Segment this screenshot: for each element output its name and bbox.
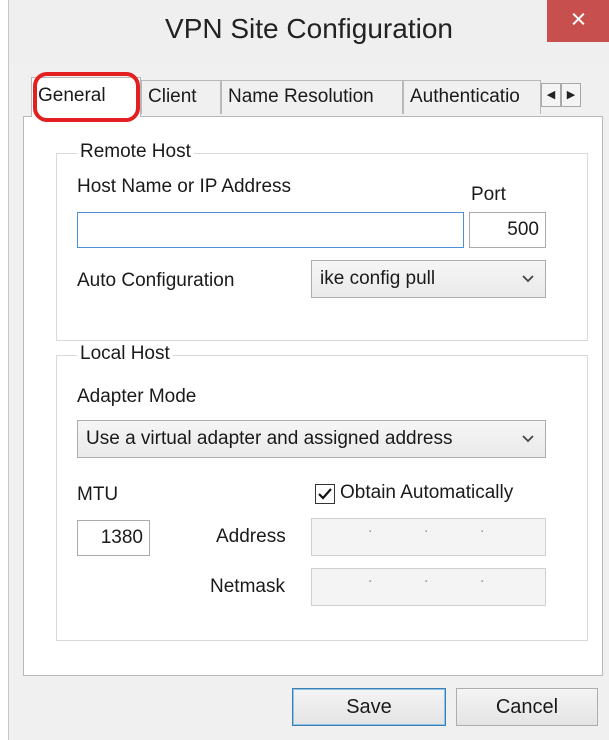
save-button-label: Save: [346, 696, 392, 718]
tab-authentication-label: Authenticatio: [410, 86, 520, 107]
remote-host-group-label: Remote Host: [77, 141, 194, 163]
tab-name-resolution-label: Name Resolution: [228, 86, 374, 107]
tab-panel-general: Remote Host Host Name or IP Address Port…: [23, 116, 603, 676]
mtu-label: MTU: [77, 484, 119, 505]
tab-scroll-right-button[interactable]: ▶: [561, 83, 581, 107]
address-input: . . .: [311, 518, 546, 556]
dialog-window: VPN Site Configuration × General Client …: [8, 0, 609, 740]
host-name-label: Host Name or IP Address: [77, 176, 292, 197]
chevron-down-icon: [521, 421, 535, 470]
auto-configuration-select[interactable]: ike config pull: [311, 260, 546, 298]
window-title: VPN Site Configuration: [165, 13, 453, 44]
adapter-mode-value: Use a virtual adapter and assigned addre…: [86, 428, 453, 449]
cancel-button[interactable]: Cancel: [456, 688, 598, 726]
mtu-input[interactable]: 1380: [77, 520, 150, 556]
adapter-mode-select[interactable]: Use a virtual adapter and assigned addre…: [77, 420, 546, 458]
close-icon: ×: [570, 4, 587, 34]
arrow-right-icon: ▶: [566, 89, 576, 101]
local-host-group: Local Host Adapter Mode Use a virtual ad…: [56, 343, 588, 641]
obtain-automatically-label: Obtain Automatically: [340, 482, 514, 503]
arrow-left-icon: ◀: [546, 89, 556, 101]
save-button[interactable]: Save: [292, 688, 446, 726]
checkmark-icon: [318, 488, 332, 500]
tab-client[interactable]: Client: [141, 80, 221, 114]
tab-authentication[interactable]: Authenticatio: [403, 80, 541, 114]
remote-host-group: Remote Host Host Name or IP Address Port…: [56, 141, 588, 341]
close-button[interactable]: ×: [547, 0, 609, 42]
adapter-mode-label: Adapter Mode: [77, 386, 197, 407]
port-input[interactable]: 500: [469, 212, 546, 248]
tab-name-resolution[interactable]: Name Resolution: [221, 80, 403, 114]
local-host-group-label: Local Host: [77, 343, 173, 365]
netmask-label: Netmask: [210, 576, 285, 597]
tab-scroll-left-button[interactable]: ◀: [541, 83, 561, 107]
cancel-button-label: Cancel: [495, 696, 559, 718]
title-bar: VPN Site Configuration ×: [9, 0, 609, 64]
obtain-automatically-checkbox[interactable]: [315, 484, 335, 504]
tab-client-label: Client: [148, 86, 197, 107]
chevron-down-icon: [521, 261, 535, 310]
auto-configuration-label: Auto Configuration: [77, 270, 235, 291]
address-label: Address: [216, 526, 286, 547]
highlight-annotation: [33, 72, 140, 122]
auto-configuration-value: ike config pull: [320, 268, 436, 289]
netmask-input: . . .: [311, 568, 546, 606]
port-label: Port: [471, 184, 506, 205]
host-name-input[interactable]: [77, 212, 464, 248]
